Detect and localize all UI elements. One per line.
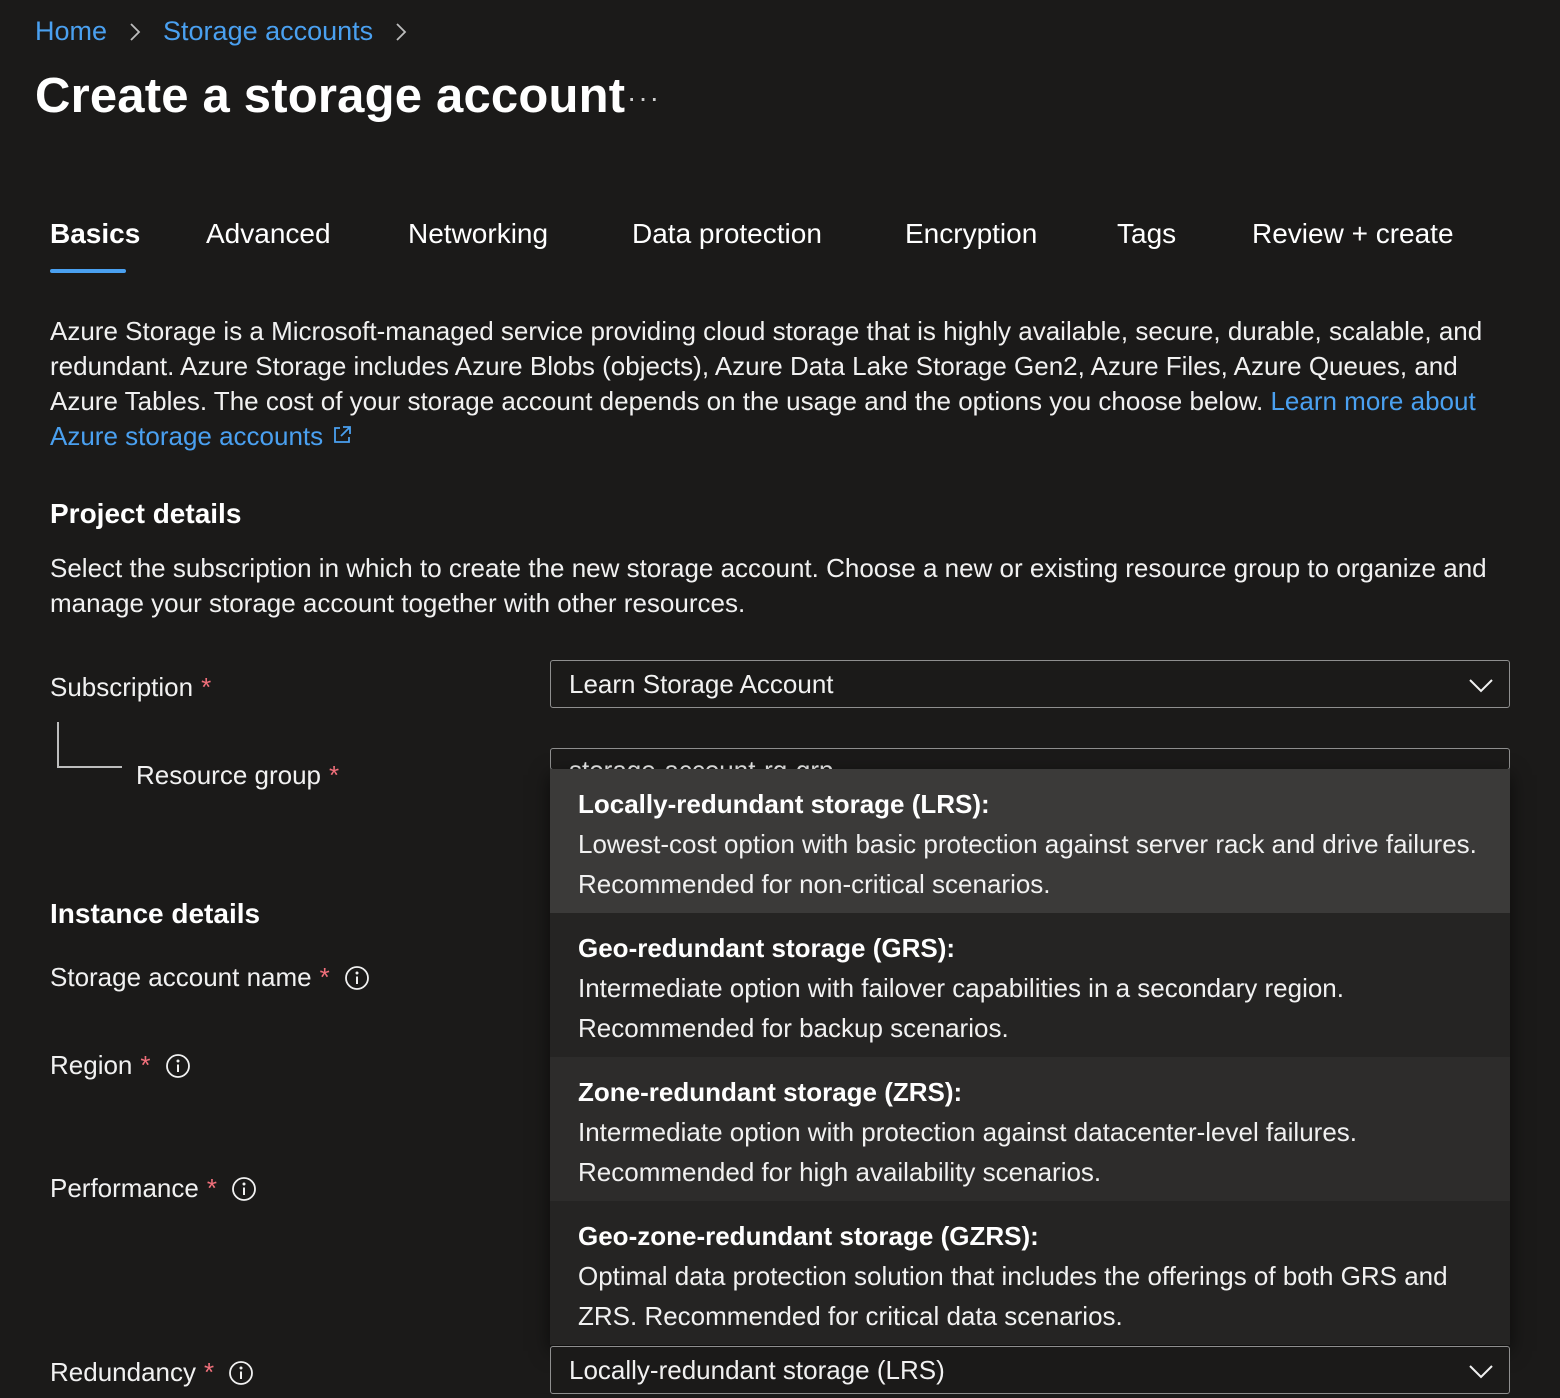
instance-details-heading: Instance details xyxy=(50,898,261,929)
storage-account-name-label-text: Storage account name xyxy=(50,962,312,992)
tab-tags[interactable]: Tags xyxy=(1117,218,1176,250)
redundancy-option-lrs[interactable]: Locally-redundant storage (LRS): Lowest-… xyxy=(550,769,1510,913)
required-asterisk: * xyxy=(204,1357,215,1387)
tree-connector xyxy=(57,722,122,768)
tab-encryption[interactable]: Encryption xyxy=(905,218,1037,250)
storage-account-name-label: Storage account name * xyxy=(50,962,370,993)
required-asterisk: * xyxy=(140,1050,151,1080)
more-options-button[interactable]: ··· xyxy=(627,82,661,114)
option-title: Geo-zone-redundant storage (GZRS): xyxy=(578,1221,1039,1251)
redundancy-option-zrs[interactable]: Zone-redundant storage (ZRS): Intermedia… xyxy=(550,1057,1510,1201)
redundancy-option-grs[interactable]: Geo-redundant storage (GRS): Intermediat… xyxy=(550,913,1510,1057)
page-title: Create a storage account xyxy=(35,69,626,123)
project-details-description: Select the subscription in which to crea… xyxy=(50,553,1487,618)
intro-text: Azure Storage is a Microsoft-managed ser… xyxy=(50,316,1483,416)
resource-group-label: Resource group * xyxy=(136,760,339,791)
tab-basics[interactable]: Basics xyxy=(50,218,140,250)
active-tab-indicator xyxy=(50,269,126,273)
option-description: Lowest-cost option with basic protection… xyxy=(578,829,1477,859)
info-icon[interactable] xyxy=(231,1176,257,1202)
info-icon[interactable] xyxy=(165,1053,191,1079)
performance-label-text: Performance xyxy=(50,1173,199,1203)
tab-data-protection[interactable]: Data protection xyxy=(632,218,822,250)
redundancy-dropdown-list: Locally-redundant storage (LRS): Lowest-… xyxy=(550,769,1510,1345)
tab-advanced[interactable]: Advanced xyxy=(206,218,331,250)
redundancy-select[interactable]: Locally-redundant storage (LRS) xyxy=(550,1346,1510,1394)
resource-group-value: storage-account-rg-grp xyxy=(569,755,834,770)
redundancy-option-gzrs[interactable]: Geo-zone-redundant storage (GZRS): Optim… xyxy=(550,1201,1510,1345)
subscription-label-text: Subscription xyxy=(50,672,194,702)
external-link-icon xyxy=(334,426,352,443)
redundancy-label-text: Redundancy xyxy=(50,1357,196,1387)
breadcrumb: Home Storage accounts xyxy=(35,16,429,47)
option-title: Zone-redundant storage (ZRS): xyxy=(578,1077,963,1107)
region-label: Region * xyxy=(50,1050,191,1081)
option-title: Geo-redundant storage (GRS): xyxy=(578,933,956,963)
region-label-text: Region xyxy=(50,1050,133,1080)
subscription-select[interactable]: Learn Storage Account xyxy=(550,660,1510,708)
resource-group-select[interactable]: storage-account-rg-grp xyxy=(550,748,1510,770)
option-description: Recommended for non-critical scenarios. xyxy=(578,869,1051,899)
tab-networking[interactable]: Networking xyxy=(408,218,548,250)
subscription-label: Subscription * xyxy=(50,672,211,703)
required-asterisk: * xyxy=(206,1173,217,1203)
required-asterisk: * xyxy=(201,672,212,702)
intro-paragraph: Azure Storage is a Microsoft-managed ser… xyxy=(50,314,1510,454)
chevron-right-icon xyxy=(130,22,141,41)
option-description: Intermediate option with protection agai… xyxy=(578,1117,1357,1147)
redundancy-value: Locally-redundant storage (LRS) xyxy=(569,1354,945,1385)
tab-review-create[interactable]: Review + create xyxy=(1252,218,1454,250)
option-description: Recommended for backup scenarios. xyxy=(578,1013,1009,1043)
info-icon[interactable] xyxy=(344,965,370,991)
option-title: Locally-redundant storage (LRS): xyxy=(578,789,990,819)
resource-group-label-text: Resource group xyxy=(136,760,321,790)
required-asterisk: * xyxy=(329,760,340,790)
info-icon[interactable] xyxy=(228,1360,254,1386)
chevron-down-icon xyxy=(1469,679,1493,693)
breadcrumb-storage-accounts-link[interactable]: Storage accounts xyxy=(163,16,373,47)
chevron-down-icon xyxy=(1469,1365,1493,1379)
option-description: Recommended for high availability scenar… xyxy=(578,1157,1102,1187)
performance-label: Performance * xyxy=(50,1173,257,1204)
chevron-right-icon xyxy=(396,22,407,41)
option-description: Intermediate option with failover capabi… xyxy=(578,973,1344,1003)
option-description: Optimal data protection solution that in… xyxy=(578,1261,1448,1291)
redundancy-label: Redundancy * xyxy=(50,1357,254,1388)
required-asterisk: * xyxy=(319,962,330,992)
breadcrumb-home-link[interactable]: Home xyxy=(35,16,107,47)
project-details-heading: Project details xyxy=(50,498,242,529)
option-description: ZRS. Recommended for critical data scena… xyxy=(578,1301,1123,1331)
subscription-value: Learn Storage Account xyxy=(569,668,834,699)
